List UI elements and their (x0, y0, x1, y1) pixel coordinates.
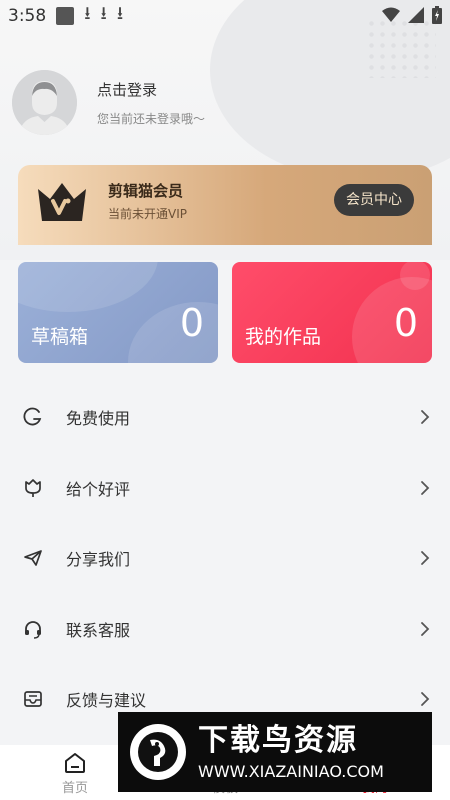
my-works-count: 0 (393, 301, 418, 345)
menu-list: 免费使用 给个好评 分享我们 联系客服 反馈与建议 (0, 382, 450, 735)
menu-item-label: 免费使用 (66, 409, 131, 429)
avatar[interactable] (12, 70, 77, 135)
chevron-right-icon (421, 410, 430, 425)
site-watermark: 下载鸟资源 WWW.XIAZAINIAO.COM (118, 712, 432, 792)
status-bar: 3:58 ⭳ ⭳ ⭳ (0, 0, 450, 32)
menu-item-label: 联系客服 (66, 620, 131, 640)
login-title[interactable]: 点击登录 (97, 79, 205, 100)
profile-section[interactable]: 点击登录 您当前还未登录哦～ (12, 70, 205, 135)
inbox-icon (22, 688, 44, 710)
tulip-icon (22, 477, 44, 499)
battery-icon (432, 6, 442, 24)
drafts-card[interactable]: 草稿箱 0 (18, 262, 218, 363)
card-decoration (352, 277, 432, 363)
bird-logo-icon (130, 724, 186, 780)
watermark-url: WWW.XIAZAINIAO.COM (198, 761, 384, 781)
g-icon (22, 406, 44, 428)
vip-title: 剪辑猫会员 (108, 182, 184, 200)
chevron-right-icon (421, 621, 430, 636)
chevron-right-icon (421, 551, 430, 566)
menu-item-free-use[interactable]: 免费使用 (0, 382, 450, 453)
card-decoration (128, 302, 218, 363)
download-icon: ⭳ (84, 3, 91, 24)
drafts-count: 0 (179, 301, 204, 345)
watermark-title: 下载鸟资源 (198, 722, 358, 758)
download-icon: ⭳ (116, 3, 124, 24)
chevron-right-icon (421, 480, 430, 495)
my-works-label: 我的作品 (245, 326, 322, 348)
drafts-label: 草稿箱 (31, 326, 89, 348)
vip-card[interactable]: 剪辑猫会员 当前未开通VIP 会员中心 (18, 165, 432, 245)
menu-item-label: 反馈与建议 (66, 691, 147, 711)
status-time: 3:58 (8, 6, 47, 26)
menu-item-rate-us[interactable]: 给个好评 (0, 453, 450, 524)
tab-label: 首页 (61, 781, 88, 796)
notification-icon (56, 7, 75, 25)
my-works-card[interactable]: 我的作品 0 (232, 262, 432, 363)
chevron-right-icon (421, 692, 430, 707)
home-icon (65, 753, 85, 773)
card-decoration (18, 262, 158, 312)
vip-subtitle: 当前未开通VIP (108, 207, 187, 221)
download-icon: ⭳ (100, 3, 107, 24)
menu-item-contact-support[interactable]: 联系客服 (0, 594, 450, 665)
vip-crown-icon (38, 183, 86, 221)
headset-icon (22, 618, 44, 640)
menu-item-label: 给个好评 (66, 479, 131, 499)
member-center-button[interactable]: 会员中心 (334, 184, 414, 216)
default-avatar-icon (12, 70, 77, 135)
signal-icon (408, 7, 424, 23)
wifi-icon (382, 7, 400, 22)
menu-item-label: 分享我们 (66, 550, 131, 570)
menu-item-share-us[interactable]: 分享我们 (0, 523, 450, 594)
paper-plane-icon (22, 547, 44, 569)
login-subtitle: 您当前还未登录哦～ (97, 111, 206, 126)
